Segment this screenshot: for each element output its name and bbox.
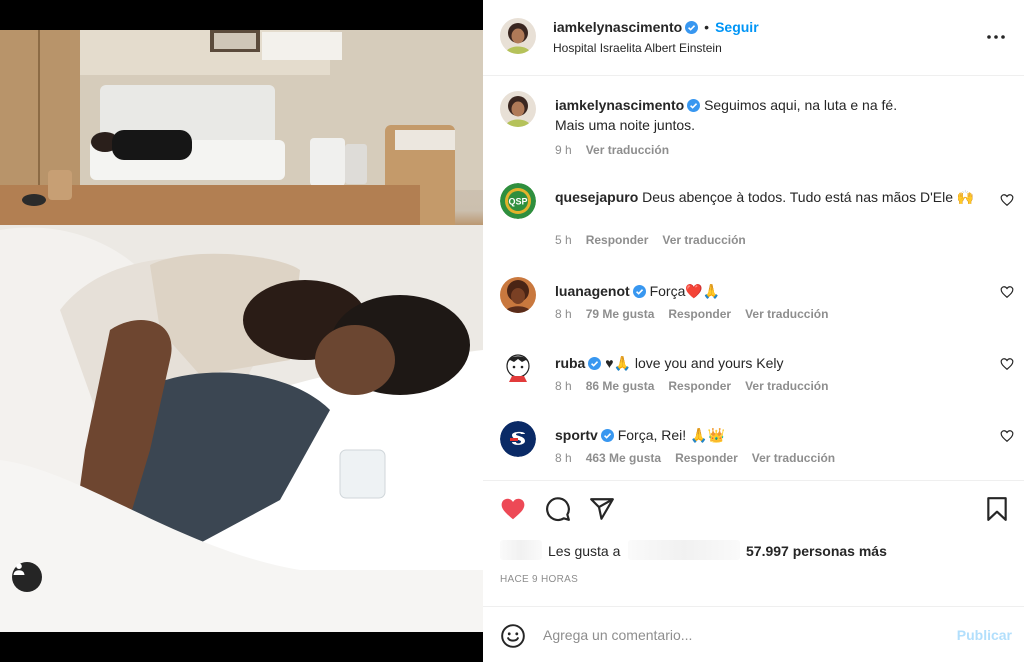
smiley-icon[interactable] [500, 623, 526, 649]
comment-username[interactable]: sportv [555, 427, 598, 443]
publish-button[interactable]: Publicar [957, 627, 1012, 643]
post-time-ago[interactable]: HACE 9 HORAS [500, 574, 578, 585]
author-username[interactable]: iamkelynascimento [553, 19, 682, 35]
caption-comment: iamkelynascimento Seguimos aqui, na luta… [483, 77, 1024, 169]
comment-username[interactable]: ruba [555, 355, 585, 371]
quesejapuro-avatar-image: QSP [500, 183, 536, 219]
comment-time[interactable]: 8 h [555, 379, 572, 393]
comment-item: luanagenot Força❤️🙏 8 h 79 Me gusta Respon… [483, 263, 1024, 335]
comment-text: Deus abençoe à todos. Tudo está nas mãos… [642, 189, 975, 205]
separator-dot: • [704, 19, 710, 35]
commenter-avatar[interactable] [500, 421, 536, 457]
add-comment-bar: Publicar [483, 606, 1024, 662]
avatar-initials: QSP [508, 197, 527, 207]
comment-body: ruba ♥🙏 love you and yours Kely [555, 353, 975, 373]
like-comment-icon[interactable] [1000, 285, 1014, 299]
commenter-avatar[interactable] [500, 349, 536, 385]
comment-time[interactable]: 8 h [555, 451, 572, 465]
comment-input[interactable] [543, 623, 933, 647]
comments-list[interactable]: iamkelynascimento Seguimos aqui, na luta… [483, 77, 1024, 479]
see-translation-link[interactable]: Ver traducción [752, 451, 835, 465]
see-translation-link[interactable]: Ver traducción [745, 379, 828, 393]
author-line: iamkelynascimento • Seguir [553, 19, 759, 35]
comment-item: sportv Força, Rei! 🙏👑 8 h 463 Me gusta Res… [483, 407, 1024, 479]
comment-likes-count[interactable]: 79 Me gusta [586, 307, 655, 321]
user-tag-icon [13, 563, 25, 575]
comment-text: Força❤️🙏 [649, 283, 721, 299]
post-photo-panel [0, 0, 483, 662]
reply-link[interactable]: Responder [668, 307, 731, 321]
comment-body: quesejapuro Deus abençoe à todos. Tudo e… [555, 187, 975, 207]
commenter-avatar[interactable] [500, 91, 536, 127]
see-translation-link[interactable]: Ver traducción [745, 307, 828, 321]
comment-text: Seguimos aqui, na luta e na fé. [704, 97, 898, 113]
likes-prefix: Les gusta a [548, 543, 621, 559]
like-comment-icon[interactable] [1000, 193, 1014, 207]
comment-text: ♥🙏 love you and yours Kely [605, 355, 784, 371]
comment-username[interactable]: iamkelynascimento [555, 97, 684, 113]
comment-likes-count[interactable]: 463 Me gusta [586, 451, 661, 465]
verified-badge-icon [685, 21, 699, 34]
comment-meta: 8 h 463 Me gusta Responder Ver traducción [555, 451, 849, 465]
caption-avatar-image [500, 91, 536, 127]
author-avatar-image [500, 18, 536, 54]
post-location[interactable]: Hospital Israelita Albert Einstein [553, 41, 722, 55]
comment-time[interactable]: 9 h [555, 143, 572, 157]
comment-username[interactable]: luanagenot [555, 283, 630, 299]
reply-link[interactable]: Responder [586, 233, 649, 247]
author-avatar[interactable] [500, 18, 536, 54]
luanagenot-avatar-image [500, 277, 536, 313]
post-action-bar [483, 480, 1024, 536]
verified-badge-icon [600, 429, 614, 442]
bookmark-icon[interactable] [984, 496, 1010, 522]
post-header: iamkelynascimento • Seguir Hospital Israel… [483, 0, 1024, 76]
comment-text-line2: Mais uma noite juntos. [555, 117, 696, 133]
comment-meta: 8 h 79 Me gusta Responder Ver traducción [555, 307, 842, 321]
verified-badge-icon [632, 285, 646, 298]
see-translation-link[interactable]: Ver traducción [662, 233, 745, 247]
heart-filled-icon[interactable] [500, 496, 526, 522]
commenter-avatar[interactable] [500, 277, 536, 313]
comment-item: ruba ♥🙏 love you and yours Kely 8 h 86 Me… [483, 335, 1024, 407]
post-details-panel: iamkelynascimento • Seguir Hospital Israel… [483, 0, 1024, 662]
more-options-icon[interactable] [984, 25, 1008, 49]
commenter-avatar[interactable]: QSP [500, 183, 536, 219]
user-tag-button[interactable] [12, 562, 42, 592]
comment-meta: 9 h Ver traducción [555, 143, 683, 157]
like-comment-icon[interactable] [1000, 357, 1014, 371]
liker-avatars-redacted [500, 540, 542, 560]
comment-item: QSP quesejapuro Deus abençoe à todos. Tu… [483, 169, 1024, 251]
comment-body: iamkelynascimento Seguimos aqui, na luta… [555, 95, 975, 135]
comment-body: luanagenot Força❤️🙏 [555, 281, 975, 301]
comment-time[interactable]: 5 h [555, 233, 572, 247]
comment-body: sportv Força, Rei! 🙏👑 [555, 425, 975, 445]
reply-link[interactable]: Responder [668, 379, 731, 393]
comment-meta: 5 h Responder Ver traducción [555, 233, 760, 247]
comment-likes-count[interactable]: 86 Me gusta [586, 379, 655, 393]
paper-plane-icon[interactable] [589, 496, 615, 522]
hospital-room-photo [0, 30, 483, 632]
ruba-avatar-image [500, 349, 536, 385]
likes-count[interactable]: 57.997 personas más [746, 543, 887, 559]
likes-summary[interactable]: Les gusta a 57.997 personas más [500, 540, 1020, 564]
see-translation-link[interactable]: Ver traducción [586, 143, 669, 157]
verified-badge-icon [687, 99, 701, 112]
sportv-avatar-image [500, 421, 536, 457]
reply-link[interactable]: Responder [675, 451, 738, 465]
verified-badge-icon [588, 357, 602, 370]
comment-username[interactable]: quesejapuro [555, 189, 638, 205]
comment-text: Força, Rei! 🙏👑 [617, 427, 725, 443]
comment-bubble-icon[interactable] [545, 496, 571, 522]
comment-time[interactable]: 8 h [555, 307, 572, 321]
follow-button[interactable]: Seguir [715, 19, 759, 35]
like-comment-icon[interactable] [1000, 429, 1014, 443]
post-photo[interactable] [0, 30, 483, 632]
comment-meta: 8 h 86 Me gusta Responder Ver traducción [555, 379, 842, 393]
liker-name-redacted [628, 540, 740, 560]
